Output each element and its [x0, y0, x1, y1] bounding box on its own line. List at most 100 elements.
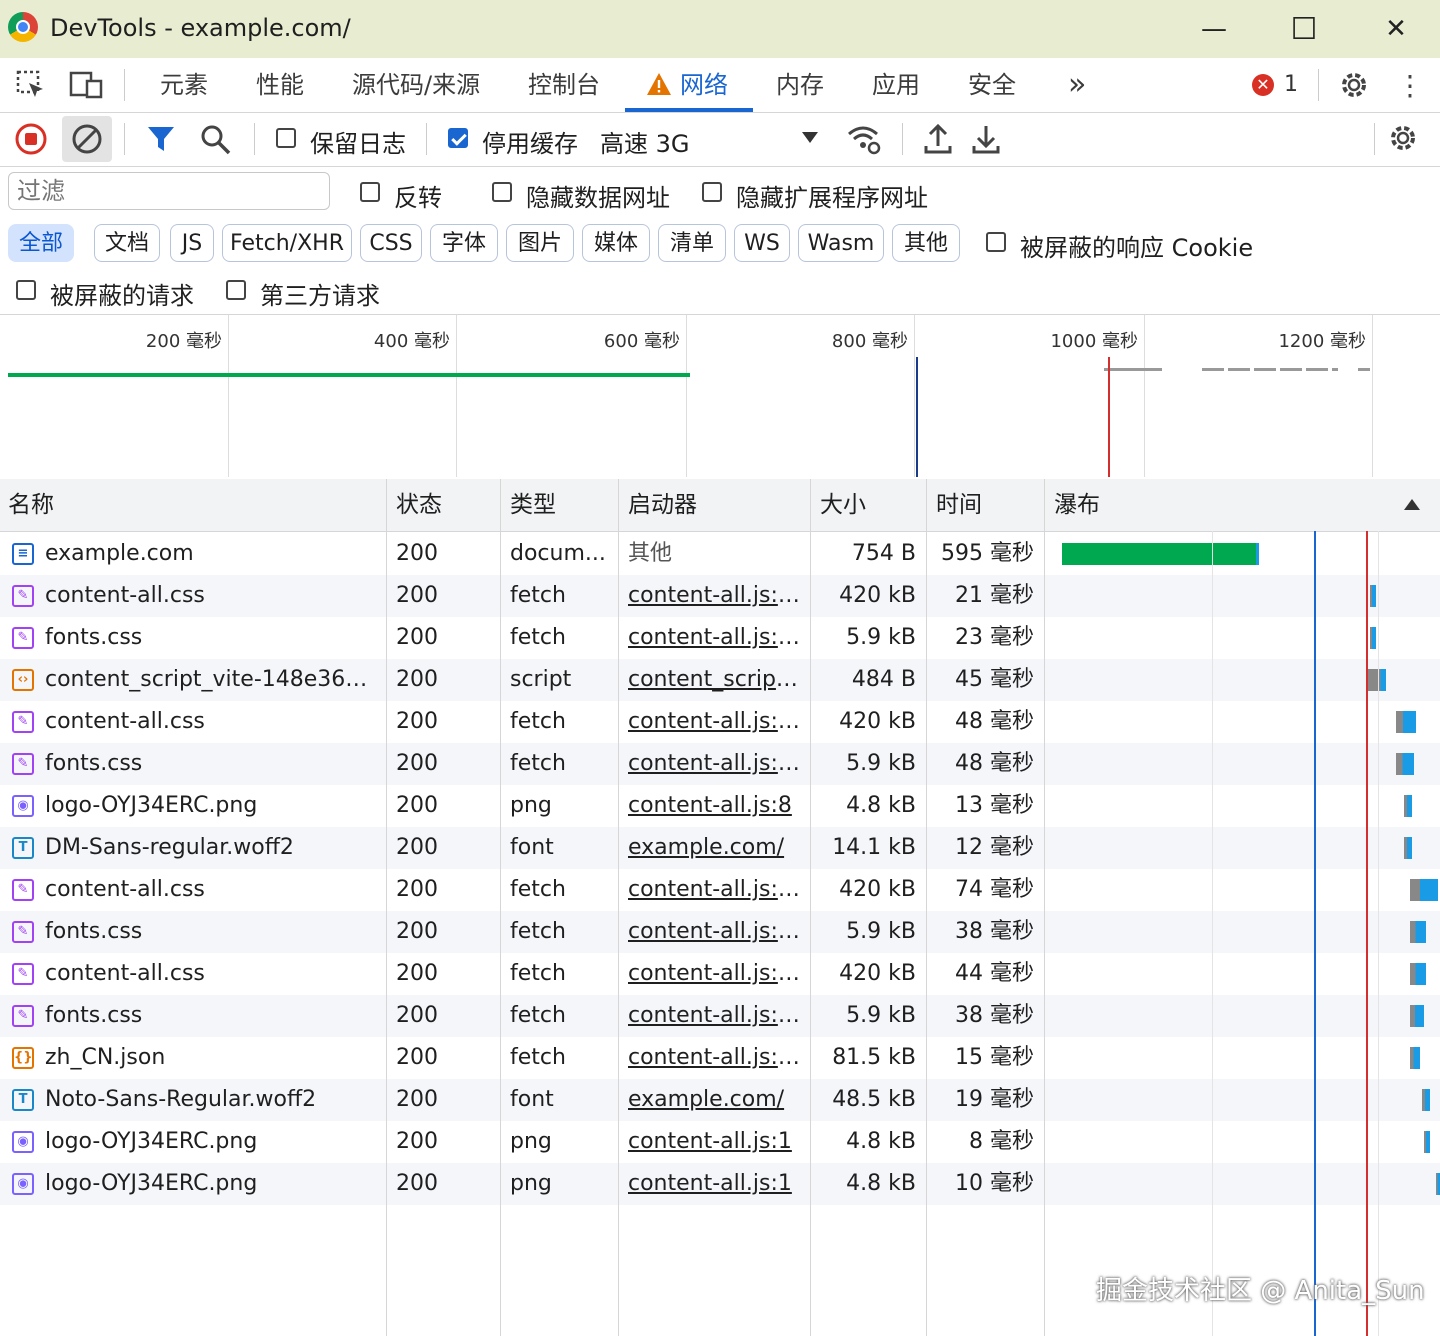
request-initiator[interactable]: content-all.js:1 [628, 1121, 804, 1163]
request-name[interactable]: Noto-Sans-Regular.woff2 [45, 1079, 381, 1121]
device-toolbar-icon[interactable] [68, 69, 106, 101]
table-row[interactable]: ‹› content_script_vite-148e3621.js 200 scri… [0, 659, 1440, 701]
request-name[interactable]: content-all.css [45, 869, 381, 911]
network-overview[interactable]: 200 毫秒 400 毫秒 600 毫秒 800 毫秒 1000 毫秒 1200… [0, 314, 1440, 480]
request-initiator[interactable]: example.com/ [628, 827, 804, 869]
tab-application[interactable]: 应用 [872, 58, 920, 112]
request-initiator[interactable]: content-all.js:2... [628, 953, 804, 995]
column-header-type[interactable]: 类型 [502, 479, 618, 531]
request-initiator[interactable]: content-all.js:2... [628, 743, 804, 785]
request-initiator[interactable]: content-all.js:2... [628, 995, 804, 1037]
hide-extension-urls-checkbox[interactable] [702, 182, 722, 202]
request-name[interactable]: fonts.css [45, 743, 381, 785]
request-name[interactable]: DM-Sans-regular.woff2 [45, 827, 381, 869]
waterfall-bar[interactable] [1410, 1005, 1424, 1027]
waterfall-bar[interactable] [1410, 963, 1426, 985]
waterfall-bar[interactable] [1424, 1131, 1430, 1153]
request-name[interactable]: fonts.css [45, 617, 381, 659]
request-initiator[interactable]: content-all.js:1 [628, 1163, 804, 1205]
request-name[interactable]: example.com [45, 533, 381, 575]
request-name[interactable]: content_script_vite-148e3621.js [45, 659, 381, 701]
maximize-button[interactable]: ☐ [1264, 0, 1344, 58]
table-row[interactable]: {} zh_CN.json 200 fetch content-all.js:3... 8… [0, 1037, 1440, 1079]
waterfall-bar[interactable] [1436, 1173, 1440, 1195]
hide-data-urls-checkbox[interactable] [492, 182, 512, 202]
table-row[interactable]: ◉ logo-OYJ34ERC.png 200 png content-all.js:1… [0, 1121, 1440, 1163]
request-name[interactable]: fonts.css [45, 911, 381, 953]
column-header-name[interactable]: 名称 [0, 479, 386, 531]
blocked-requests-checkbox[interactable] [16, 280, 36, 300]
waterfall-bar[interactable] [1404, 795, 1412, 817]
search-icon[interactable] [200, 124, 232, 156]
error-count[interactable]: 1 [1284, 72, 1298, 97]
close-window-button[interactable]: ✕ [1356, 0, 1436, 58]
tab-performance[interactable]: 性能 [256, 58, 304, 112]
table-row[interactable]: ✎ fonts.css 200 fetch content-all.js:2... 5.9… [0, 995, 1440, 1037]
type-filter-css[interactable]: CSS [360, 224, 422, 262]
settings-gear-icon[interactable] [1336, 67, 1372, 103]
type-filter-other[interactable]: 其他 [892, 224, 960, 262]
request-name[interactable]: logo-OYJ34ERC.png [45, 1163, 381, 1205]
table-row[interactable]: T DM-Sans-regular.woff2 200 font example.com… [0, 827, 1440, 869]
blocked-cookies-checkbox[interactable] [986, 232, 1006, 252]
column-header-waterfall[interactable]: 瀑布 [1046, 479, 1346, 531]
waterfall-bar[interactable] [1404, 837, 1412, 859]
type-filter-font[interactable]: 字体 [430, 224, 498, 262]
filter-input[interactable] [8, 172, 330, 210]
request-initiator[interactable]: content-all.js:2... [628, 701, 804, 743]
table-row[interactable]: ✎ fonts.css 200 fetch content-all.js:1... 5.9… [0, 617, 1440, 659]
waterfall-bar[interactable] [1370, 627, 1376, 649]
waterfall-bar[interactable] [1410, 879, 1438, 901]
request-name[interactable]: content-all.css [45, 701, 381, 743]
request-initiator[interactable]: content_script... [628, 659, 804, 701]
network-settings-gear-icon[interactable] [1386, 121, 1422, 157]
error-icon[interactable]: ✕ [1252, 74, 1274, 96]
table-row[interactable]: ✎ fonts.css 200 fetch content-all.js:2... 5.9… [0, 911, 1440, 953]
waterfall-bar[interactable] [1410, 921, 1426, 943]
request-initiator[interactable]: example.com/ [628, 1079, 804, 1121]
sort-ascending-icon[interactable] [1404, 499, 1420, 510]
request-initiator[interactable]: content-all.js:2... [628, 911, 804, 953]
tab-memory[interactable]: 内存 [776, 58, 824, 112]
waterfall-bar[interactable] [1396, 711, 1416, 733]
request-name[interactable]: content-all.css [45, 575, 381, 617]
type-filter-wasm[interactable]: Wasm [798, 224, 884, 262]
import-har-icon[interactable] [922, 122, 954, 156]
more-options-icon[interactable]: ⋮ [1396, 67, 1424, 103]
inspect-element-icon[interactable] [14, 69, 48, 101]
type-filter-ws[interactable]: WS [734, 224, 790, 262]
request-name[interactable]: zh_CN.json [45, 1037, 381, 1079]
disable-cache-checkbox[interactable] [448, 128, 468, 148]
waterfall-bar[interactable] [1368, 669, 1386, 691]
tab-network[interactable]: 网络 [680, 58, 728, 112]
tab-security[interactable]: 安全 [968, 58, 1016, 112]
third-party-checkbox[interactable] [226, 280, 246, 300]
throttle-select[interactable]: 高速 3G [600, 124, 690, 159]
column-header-size[interactable]: 大小 [812, 479, 926, 531]
request-name[interactable]: content-all.css [45, 953, 381, 995]
column-header-time[interactable]: 时间 [928, 479, 1044, 531]
request-name[interactable]: logo-OYJ34ERC.png [45, 785, 381, 827]
request-initiator[interactable]: content-all.js:2... [628, 869, 804, 911]
clear-button[interactable] [62, 116, 112, 162]
invert-checkbox[interactable] [360, 182, 380, 202]
request-initiator[interactable]: content-all.js:1... [628, 575, 804, 617]
type-filter-js[interactable]: JS [170, 224, 214, 262]
table-row[interactable]: ✎ content-all.css 200 fetch content-all.js:1… [0, 575, 1440, 617]
type-filter-all[interactable]: 全部 [8, 224, 74, 262]
table-row[interactable]: ✎ fonts.css 200 fetch content-all.js:2... 5.9… [0, 743, 1440, 785]
export-har-icon[interactable] [970, 122, 1002, 156]
tab-console[interactable]: 控制台 [528, 58, 600, 112]
table-row[interactable]: ✎ content-all.css 200 fetch content-all.js:2… [0, 701, 1440, 743]
waterfall-bar[interactable] [1410, 1047, 1420, 1069]
type-filter-doc[interactable]: 文档 [94, 224, 160, 262]
waterfall-bar[interactable] [1370, 585, 1376, 607]
waterfall-bar[interactable] [1062, 543, 1259, 565]
chevron-down-icon[interactable] [802, 132, 818, 143]
tab-elements[interactable]: 元素 [160, 58, 208, 112]
minimize-button[interactable]: — [1174, 0, 1254, 58]
tab-sources[interactable]: 源代码/来源 [352, 58, 480, 112]
type-filter-img[interactable]: 图片 [506, 224, 574, 262]
table-row[interactable]: T Noto-Sans-Regular.woff2 200 font example.c… [0, 1079, 1440, 1121]
waterfall-bar[interactable] [1396, 753, 1414, 775]
